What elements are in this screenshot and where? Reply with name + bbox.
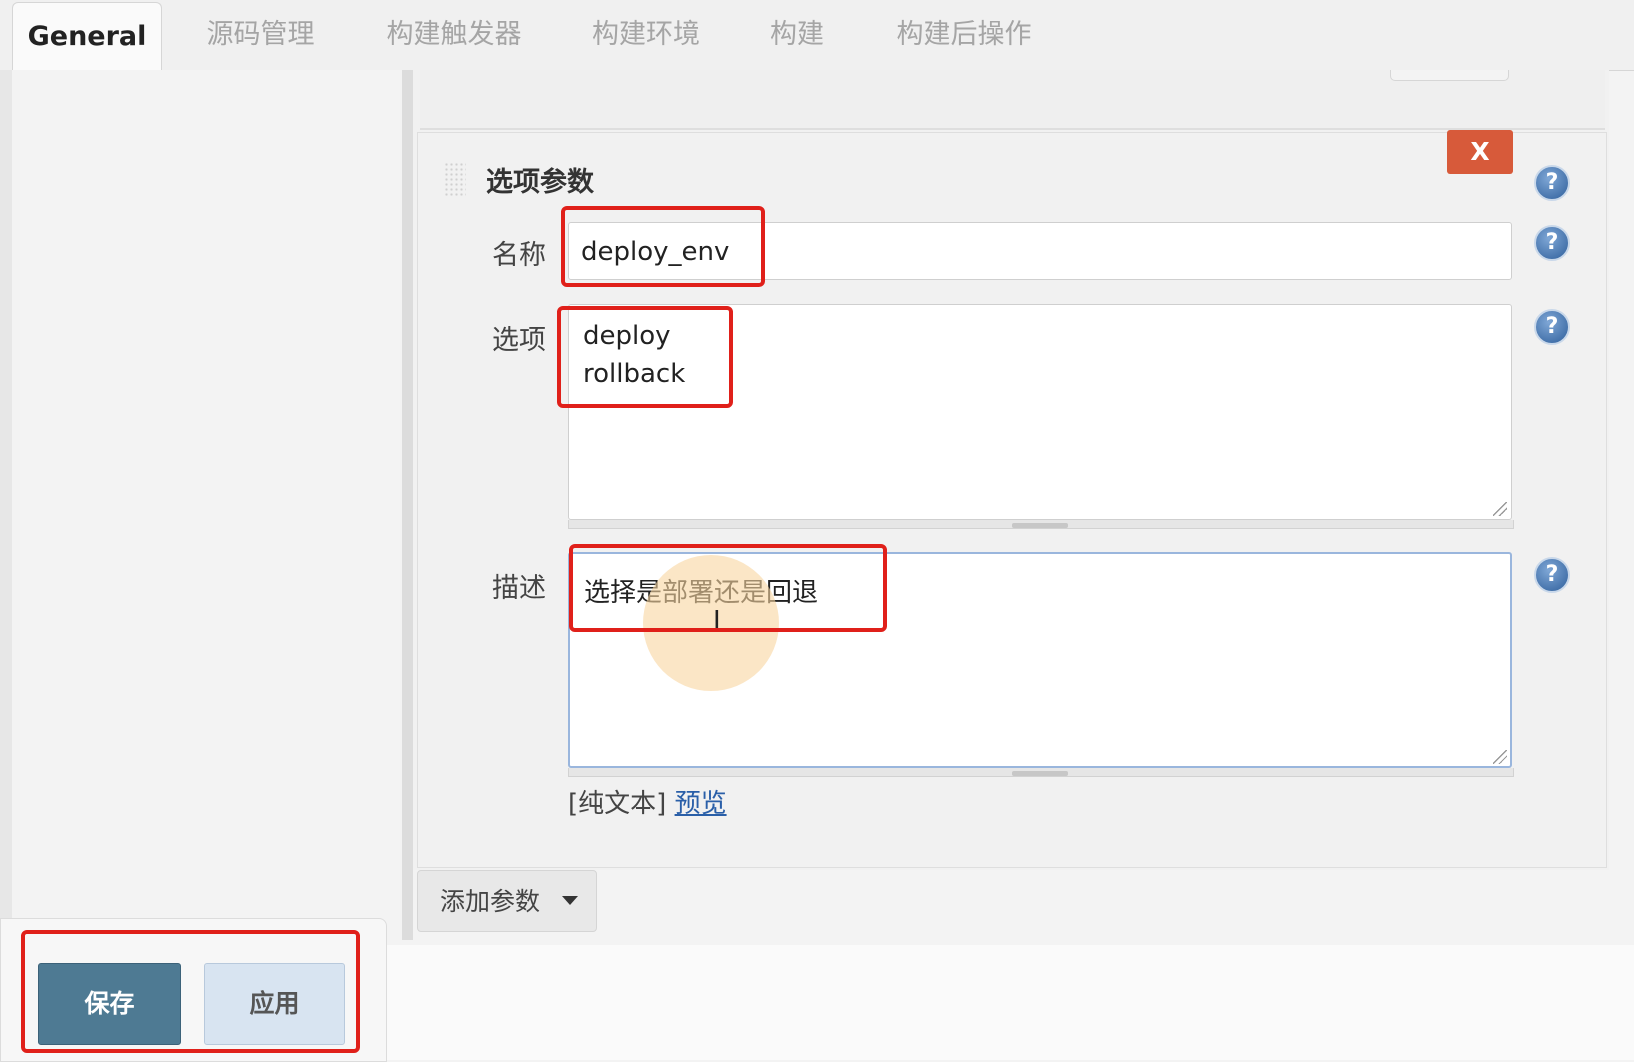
tab-general[interactable]: General: [12, 2, 162, 72]
left-column: [12, 70, 402, 1060]
resize-handle-icon[interactable]: [1493, 502, 1507, 516]
highlight-box: [21, 930, 360, 1053]
resize-bar-grip-icon[interactable]: [1012, 771, 1068, 776]
preview-link[interactable]: 预览: [675, 789, 727, 819]
help-icon[interactable]: ?: [1534, 309, 1570, 345]
chevron-down-icon[interactable]: [562, 896, 578, 905]
delete-parameter-button[interactable]: X: [1447, 130, 1513, 174]
tab-post-build[interactable]: 构建后操作: [880, 0, 1048, 70]
add-parameter-label: 添加参数: [440, 887, 541, 916]
format-links: [纯文本] 预览: [568, 783, 727, 820]
drag-handle-icon[interactable]: [444, 162, 466, 196]
config-tab-bar: General 源码管理 构建触发器 构建环境 构建 构建后操作: [0, 0, 1634, 72]
highlight-box: [557, 306, 733, 408]
plain-text-format: [纯文本]: [568, 789, 667, 819]
parameter-type-title: 选项参数: [486, 167, 594, 198]
lower-section: [380, 945, 1634, 1060]
name-label: 名称: [492, 240, 546, 271]
highlight-box: [561, 206, 765, 287]
help-icon[interactable]: ?: [1534, 557, 1570, 593]
section-border: [402, 70, 413, 940]
tab-build-triggers[interactable]: 构建触发器: [370, 0, 538, 70]
resize-handle-icon[interactable]: [1493, 750, 1507, 764]
highlight-box: [569, 544, 887, 632]
choices-label: 选项: [492, 325, 546, 356]
previous-block-button[interactable]: [1390, 70, 1509, 81]
tab-build[interactable]: 构建: [752, 0, 842, 70]
help-icon[interactable]: ?: [1534, 225, 1570, 261]
tab-source-code[interactable]: 源码管理: [188, 0, 333, 70]
tab-build-environment[interactable]: 构建环境: [575, 0, 717, 70]
resize-bar-grip-icon[interactable]: [1012, 523, 1068, 528]
help-icon[interactable]: ?: [1534, 165, 1570, 201]
left-edge: [0, 70, 12, 1060]
description-label: 描述: [492, 573, 546, 604]
